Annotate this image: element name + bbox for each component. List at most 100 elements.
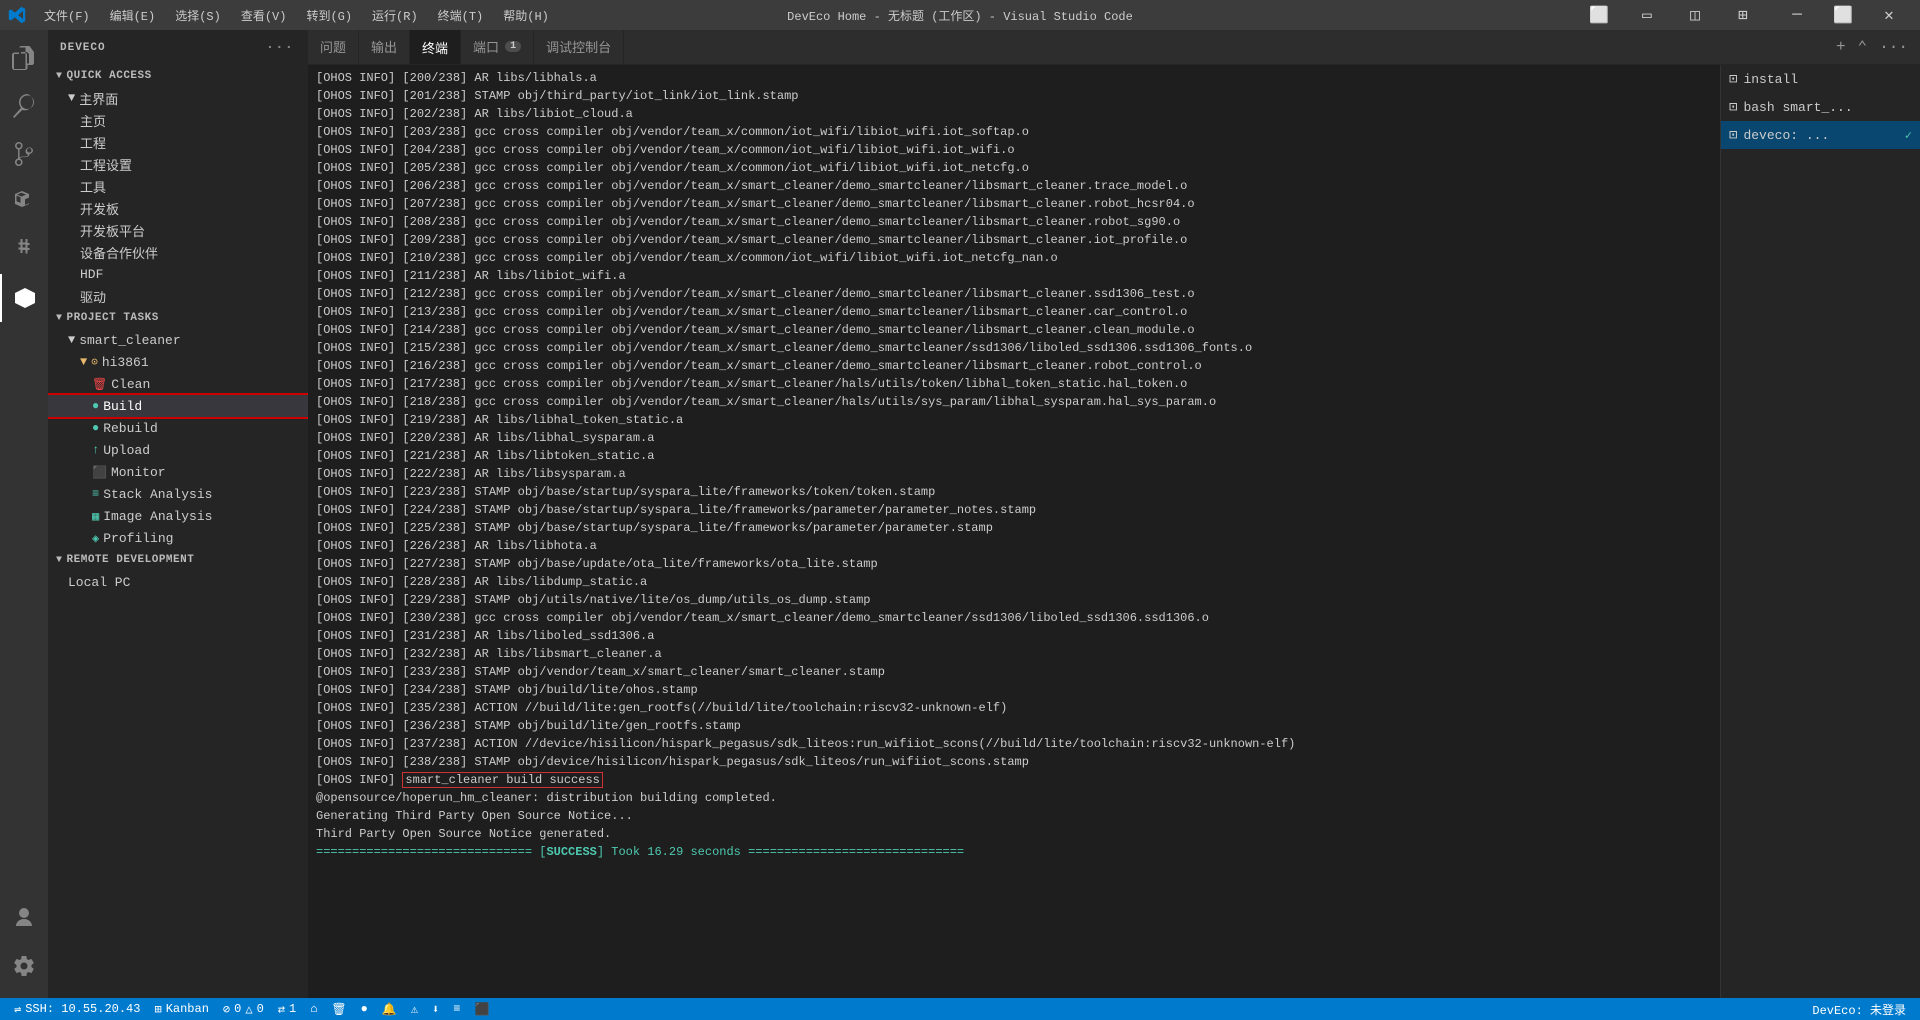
term-line-build-success: [OHOS INFO] smart_cleaner build success: [316, 772, 603, 788]
term-line: [OHOS INFO] [219/238] AR libs/libhal_tok…: [316, 411, 1712, 429]
tab-debug-console[interactable]: 调试控制台: [534, 30, 624, 64]
tree-item-smart-cleaner-label: smart_cleaner: [79, 333, 308, 348]
tree-item-clean[interactable]: 🗑 Clean: [48, 373, 308, 395]
tree-item-profiling-label: Profiling: [103, 531, 308, 546]
tree-item-project-settings[interactable]: 工程设置: [48, 153, 308, 175]
home-status-icon: ⌂: [310, 1002, 317, 1016]
section-project-tasks[interactable]: ▼ PROJECT TASKS: [48, 307, 308, 329]
status-trash[interactable]: 🗑: [325, 998, 352, 1020]
tab-ports-label: 端口: [473, 37, 499, 56]
status-ssh[interactable]: ⇌ SSH: 10.55.20.43: [8, 998, 146, 1020]
status-home[interactable]: ⌂: [304, 998, 323, 1020]
tab-problems[interactable]: 问题: [308, 30, 359, 64]
menu-view[interactable]: 查看(V): [233, 5, 295, 26]
tree-item-stack-analysis-label: Stack Analysis: [103, 487, 308, 502]
status-warning[interactable]: ⚠: [405, 998, 424, 1020]
clean-icon: 🗑: [92, 377, 107, 392]
terminal-icon-bash: ⊡: [1729, 99, 1737, 116]
tree-item-devboard-label: 开发板: [80, 199, 308, 218]
tree-item-monitor[interactable]: ⬛ Monitor: [48, 461, 308, 483]
section-quick-access[interactable]: ▼ QUICK ACCESS: [48, 65, 308, 87]
tab-ports[interactable]: 端口 1: [461, 30, 534, 64]
bell-status-icon: 🔔: [382, 1002, 397, 1017]
activity-bar: [0, 30, 48, 998]
term-line: [OHOS INFO] [224/238] STAMP obj/base/sta…: [316, 501, 1712, 519]
tab-more-btn[interactable]: ···: [1875, 36, 1912, 58]
activity-debug[interactable]: [0, 178, 48, 226]
tree-item-rebuild[interactable]: ● Rebuild: [48, 417, 308, 439]
status-code[interactable]: ⬛: [468, 998, 495, 1020]
status-kanban[interactable]: ⊞ Kanban: [148, 998, 214, 1020]
activity-extensions[interactable]: [0, 226, 48, 274]
tree-item-hi3861[interactable]: ▼ ⊙ hi3861: [48, 351, 308, 373]
restore-btn[interactable]: ⬜: [1820, 0, 1866, 30]
term-line: [OHOS INFO] [205/238] gcc cross compiler…: [316, 159, 1712, 177]
close-btn[interactable]: ✕: [1866, 0, 1912, 30]
activity-git[interactable]: [0, 130, 48, 178]
status-deveco-login[interactable]: DevEco: 未登录: [1806, 998, 1912, 1020]
activity-explore[interactable]: [0, 34, 48, 82]
menu-select[interactable]: 选择(S): [167, 5, 229, 26]
layout-4-btn[interactable]: ⊞: [1720, 0, 1766, 30]
term-line: [OHOS INFO] [202/238] AR libs/libiot_clo…: [316, 105, 1712, 123]
activity-deveco[interactable]: [0, 274, 48, 322]
tree-item-tools[interactable]: 工具: [48, 175, 308, 197]
tree-item-image-analysis-label: Image Analysis: [103, 509, 308, 524]
activity-settings[interactable]: [0, 942, 48, 990]
folder-hi3861-icon: ▼: [80, 355, 87, 369]
layout-1-btn[interactable]: ⬜: [1576, 0, 1622, 30]
sidebar-more-btn[interactable]: ···: [264, 38, 296, 58]
tree-item-project[interactable]: 工程: [48, 131, 308, 153]
tree-item-stack-analysis[interactable]: ≡ Stack Analysis: [48, 483, 308, 505]
tree-item-profiling[interactable]: ◈ Profiling: [48, 527, 308, 549]
tree-item-build[interactable]: ● Build: [48, 395, 308, 417]
status-circle[interactable]: ●: [355, 998, 374, 1020]
tree-item-device-partner[interactable]: 设备合作伙伴: [48, 241, 308, 263]
tree-item-image-analysis[interactable]: ▦ Image Analysis: [48, 505, 308, 527]
tree-item-device-partner-label: 设备合作伙伴: [80, 243, 308, 262]
layout-3-btn[interactable]: ◫: [1672, 0, 1718, 30]
tree-item-main-ui[interactable]: ▼ 主界面: [48, 87, 308, 109]
terminal-content[interactable]: [OHOS INFO] [200/238] AR libs/libhals.a …: [308, 65, 1720, 998]
right-panel-install[interactable]: ⊡ install: [1721, 65, 1920, 93]
tree-item-driver[interactable]: 驱动: [48, 285, 308, 307]
term-line: [OHOS INFO] [229/238] STAMP obj/utils/na…: [316, 591, 1712, 609]
tree-item-local-pc[interactable]: Local PC: [48, 571, 308, 593]
term-line: [OHOS INFO] [212/238] gcc cross compiler…: [316, 285, 1712, 303]
activity-search[interactable]: [0, 82, 48, 130]
status-sync[interactable]: ⇄ 1: [272, 998, 302, 1020]
tree-item-devboard-platform[interactable]: 开发板平台: [48, 219, 308, 241]
minimize-btn[interactable]: ─: [1774, 0, 1820, 30]
menu-help[interactable]: 帮助(H): [495, 5, 557, 26]
tree-item-devboard[interactable]: 开发板: [48, 197, 308, 219]
tab-terminal[interactable]: 终端: [410, 30, 461, 64]
menu-file[interactable]: 文件(F): [36, 5, 98, 26]
term-line: [OHOS INFO] [228/238] AR libs/libdump_st…: [316, 573, 1712, 591]
layout-2-btn[interactable]: ▭: [1624, 0, 1670, 30]
section-remote-dev[interactable]: ▼ REMOTE DEVELOPMENT: [48, 549, 308, 571]
tree-item-home[interactable]: 主页: [48, 109, 308, 131]
tree-item-upload[interactable]: ↑ Upload: [48, 439, 308, 461]
menu-terminal[interactable]: 终端(T): [430, 5, 492, 26]
status-list[interactable]: ≡: [447, 998, 466, 1020]
right-panel-deveco[interactable]: ⊡ deveco: ... ✓: [1721, 121, 1920, 149]
error-icon: ⊘: [223, 1002, 230, 1017]
tab-split-btn[interactable]: ⌃: [1854, 35, 1872, 59]
tree-item-hi3861-label: hi3861: [102, 355, 308, 370]
tab-add-btn[interactable]: +: [1832, 36, 1850, 58]
right-panel-bash[interactable]: ⊡ bash smart_...: [1721, 93, 1920, 121]
status-bell[interactable]: 🔔: [376, 998, 403, 1020]
status-errors[interactable]: ⊘ 0 △ 0: [217, 998, 270, 1020]
menu-run[interactable]: 运行(R): [364, 5, 426, 26]
activity-account[interactable]: [0, 894, 48, 942]
editor-area: 问题 输出 终端 端口 1 调试控制台 + ⌃ ···: [308, 30, 1920, 998]
status-plug[interactable]: ⬇: [426, 998, 445, 1020]
ssh-icon: ⇌: [14, 1002, 21, 1017]
tab-output[interactable]: 输出: [359, 30, 410, 64]
menu-goto[interactable]: 转到(G): [298, 5, 360, 26]
menu-edit[interactable]: 编辑(E): [102, 5, 164, 26]
term-line: [OHOS INFO] [210/238] gcc cross compiler…: [316, 249, 1712, 267]
folder-smart-cleaner-icon: ▼: [68, 333, 75, 347]
tree-item-smart-cleaner[interactable]: ▼ smart_cleaner: [48, 329, 308, 351]
tree-item-hdf[interactable]: HDF: [48, 263, 308, 285]
